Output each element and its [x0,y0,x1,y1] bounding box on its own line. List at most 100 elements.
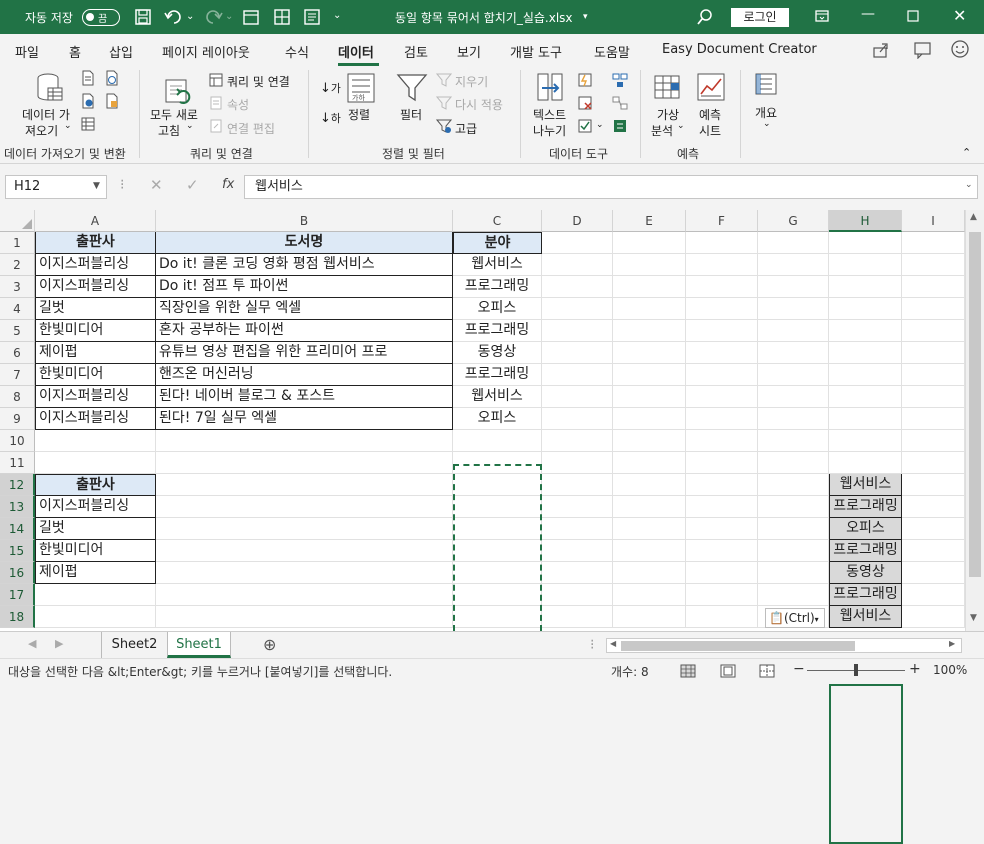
grid-cell[interactable] [613,496,686,518]
grid-cell[interactable] [542,342,613,364]
row-header-11[interactable]: 11 [0,452,35,474]
data-model-icon[interactable] [612,118,628,134]
queries-connections-icon[interactable] [208,72,224,88]
scroll-left-icon[interactable]: ◀ [610,639,616,648]
grid-cell[interactable] [156,496,453,518]
grid-cell[interactable] [35,452,156,474]
remove-duplicates-icon[interactable] [577,95,593,111]
grid-cell[interactable] [902,452,965,474]
expand-formula-icon[interactable]: ⌄ [965,180,973,190]
grid-cell[interactable] [542,320,613,342]
scroll-down-icon[interactable]: ▼ [970,613,977,623]
table2-cell-publisher[interactable]: 이지스퍼블리싱 [35,496,156,518]
grid-cell[interactable] [829,430,902,452]
grid-cell[interactable] [453,540,542,562]
grid-cell[interactable] [453,452,542,474]
tab-review[interactable]: 검토 [404,42,428,61]
text-to-columns-label-2[interactable]: 나누기 [533,122,566,139]
grid-cell[interactable] [758,540,829,562]
grid-cell[interactable] [902,276,965,298]
row-header-13[interactable]: 13 [0,496,35,518]
close-icon[interactable]: ✕ [953,6,966,25]
text-to-columns-label-1[interactable]: 텍스트 [533,106,566,123]
cell-book-title[interactable]: 핸즈온 머신러닝 [156,364,453,386]
cell-publisher[interactable]: 한빛미디어 [35,320,156,342]
minimize-icon[interactable]: — [861,6,875,22]
sort-label[interactable]: 정렬 [348,106,370,123]
tab-file[interactable]: 파일 [15,42,39,61]
row-header-15[interactable]: 15 [0,540,35,562]
redo-icon[interactable] [203,8,223,26]
grid-cell[interactable] [902,320,965,342]
grid-cell[interactable] [156,430,453,452]
grid-cell[interactable] [542,386,613,408]
grid-cell[interactable] [156,452,453,474]
cell-publisher[interactable]: 이지스퍼블리싱 [35,254,156,276]
recent-sources-icon[interactable] [104,93,120,109]
enter-icon[interactable]: ✓ [186,176,199,194]
grid-cell[interactable] [758,364,829,386]
cell-publisher[interactable]: 이지스퍼블리싱 [35,386,156,408]
login-button[interactable]: 로그인 [731,8,789,27]
normal-view-icon[interactable] [680,664,696,678]
queries-connections-label[interactable]: 쿼리 및 연결 [227,73,290,90]
scroll-right-icon[interactable]: ▶ [949,639,955,648]
paste-options-button[interactable]: 📋(Ctrl)▾ [765,608,825,628]
grid-cell[interactable] [542,540,613,562]
refresh-dropdown-icon[interactable]: ⌄ [186,121,194,131]
grid-cell[interactable] [542,562,613,584]
grid-cell[interactable] [686,386,758,408]
cancel-icon[interactable]: ✕ [150,176,163,194]
what-if-label-2[interactable]: 분석 [651,122,673,139]
grid-cell[interactable] [758,276,829,298]
filter-icon[interactable] [396,72,428,104]
get-data-label-2[interactable]: 져오기 [25,122,58,139]
grid-cell[interactable] [829,232,902,254]
row-header-12[interactable]: 12 [0,474,35,496]
collapse-ribbon-icon[interactable]: ⌃ [962,146,971,159]
cell-category[interactable]: 프로그래밍 [453,364,542,386]
tab-view[interactable]: 보기 [457,42,481,61]
column-header-g[interactable]: G [758,210,829,232]
sort-icon[interactable]: 가하 [346,72,376,104]
tab-split-grip-icon[interactable]: ⁝ [590,637,594,653]
horizontal-scroll-thumb[interactable] [621,641,855,651]
grid-cell[interactable] [686,320,758,342]
grid-cell[interactable] [542,584,613,606]
grid-cell[interactable] [902,364,965,386]
pasted-category-cell[interactable]: 프로그래밍 [829,540,902,562]
grid-cell[interactable] [902,430,965,452]
grid-cell[interactable] [758,474,829,496]
grid-cell[interactable] [902,518,965,540]
cell-publisher[interactable]: 이지스퍼블리싱 [35,408,156,430]
grid-cell[interactable] [686,562,758,584]
grid-cell[interactable] [453,430,542,452]
undo-icon[interactable] [164,8,184,26]
grid-cell[interactable] [453,496,542,518]
validation-dropdown-icon[interactable]: ⌄ [596,120,604,130]
row-header-5[interactable]: 5 [0,320,35,342]
tab-help[interactable]: 도움말 [594,42,630,61]
table2-cell-publisher[interactable]: 제이펍 [35,562,156,584]
grid-cell[interactable] [156,540,453,562]
row-header-14[interactable]: 14 [0,518,35,540]
sort-descending-icon[interactable]: ↓하 [320,110,341,126]
grid-cell[interactable] [156,606,453,628]
grid-cell[interactable] [902,540,965,562]
tab-developer[interactable]: 개발 도구 [510,42,562,61]
grid-cell[interactable] [758,518,829,540]
tab-insert[interactable]: 삽입 [109,42,133,61]
column-header-d[interactable]: D [542,210,613,232]
grid-cell[interactable] [902,298,965,320]
consolidate-icon[interactable] [612,72,628,88]
get-data-dropdown-icon[interactable]: ⌄ [64,121,72,131]
column-header-a[interactable]: A [35,210,156,232]
cell-publisher[interactable]: 길벗 [35,298,156,320]
pasted-category-cell[interactable]: 웹서비스 [829,474,902,496]
tab-home[interactable]: 홈 [69,42,81,61]
column-header-i[interactable]: I [902,210,965,232]
outline-icon[interactable] [754,72,780,98]
grid-cell[interactable] [686,232,758,254]
row-header-9[interactable]: 9 [0,408,35,430]
grid-cell[interactable] [542,518,613,540]
